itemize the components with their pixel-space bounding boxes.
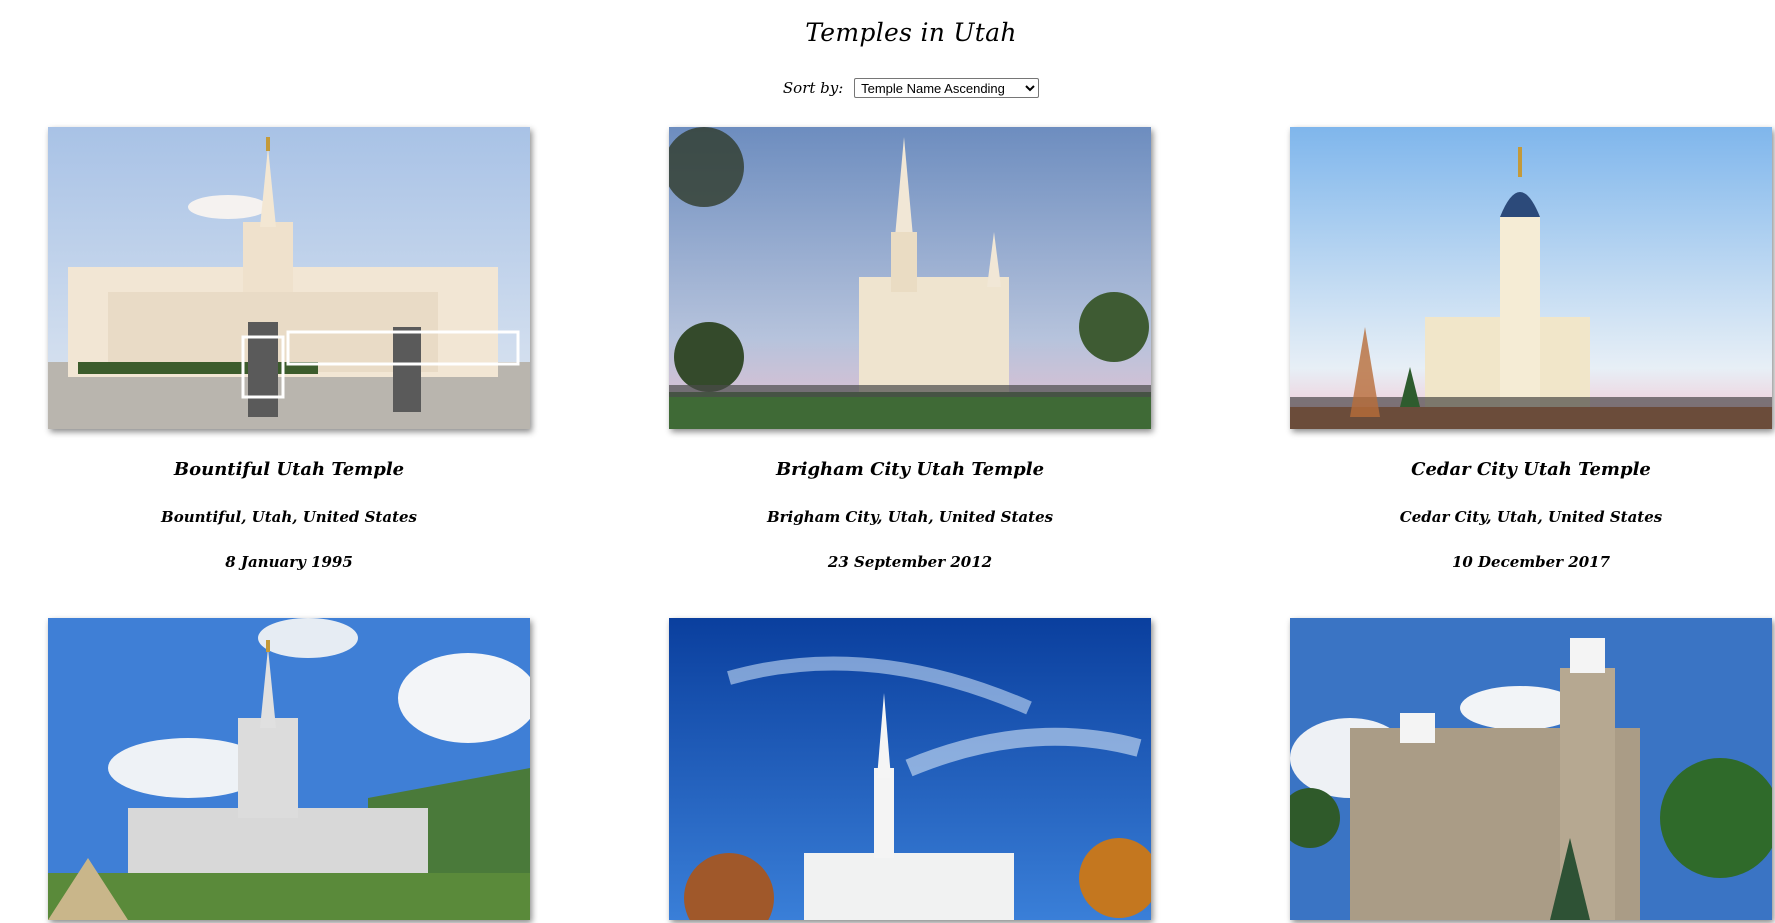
temple-photo[interactable] (1290, 127, 1772, 429)
temple-name: Bountiful Utah Temple (173, 459, 405, 480)
temple-card[interactable]: Bountiful Utah Temple Bountiful, Utah, U… (48, 127, 530, 571)
temple-card[interactable] (669, 618, 1151, 920)
temple-photo[interactable] (48, 127, 530, 429)
temple-location: Cedar City, Utah, United States (1399, 508, 1663, 526)
sort-label: Sort by: (782, 78, 844, 97)
temple-name: Cedar City Utah Temple (1411, 459, 1651, 480)
temple-name: Brigham City Utah Temple (775, 459, 1045, 480)
temple-card[interactable] (1290, 618, 1772, 920)
temple-dedication-date: 8 January 1995 (225, 553, 353, 571)
temple-dedication-date: 23 September 2012 (827, 553, 993, 571)
temple-photo[interactable] (669, 618, 1151, 920)
temple-card[interactable] (48, 618, 530, 920)
sort-select[interactable]: Temple Name Ascending (854, 78, 1040, 98)
page-title: Temples in Utah (805, 18, 1017, 47)
temple-photo[interactable] (1290, 618, 1772, 920)
temple-location: Bountiful, Utah, United States (161, 508, 417, 526)
temple-photo[interactable] (669, 127, 1151, 429)
sort-row: Sort by: Temple Name Ascending (0, 78, 1775, 98)
temple-card[interactable]: Cedar City Utah Temple Cedar City, Utah,… (1290, 127, 1772, 571)
temple-photo[interactable] (48, 618, 530, 920)
temple-card[interactable]: Brigham City Utah Temple Brigham City, U… (669, 127, 1151, 571)
temple-location: Brigham City, Utah, United States (766, 508, 1054, 526)
temple-dedication-date: 10 December 2017 (1451, 553, 1611, 571)
